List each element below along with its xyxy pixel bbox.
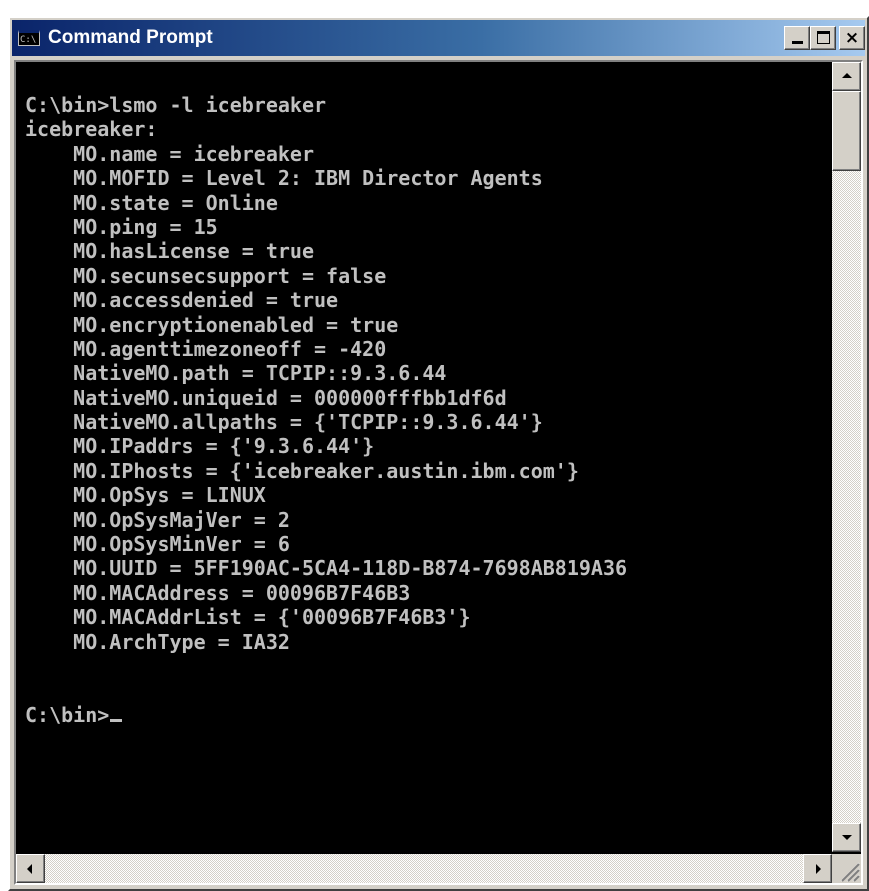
- minimize-button[interactable]: [784, 26, 810, 50]
- console-line: MO.OpSys = LINUX: [25, 483, 266, 508]
- console-line: MO.hasLicense = true: [25, 239, 314, 264]
- console-line: MO.MACAddrList = {'00096B7F46B3'}: [25, 605, 471, 630]
- vertical-scrollbar[interactable]: [832, 62, 861, 852]
- console-line: MO.secunsecsupport = false: [25, 263, 387, 288]
- console-line: MO.UUID = 5FF190AC-5CA4-118D-B874-7698AB…: [25, 556, 628, 581]
- title-bar[interactable]: C:\ Command Prompt ×: [12, 20, 865, 56]
- maximize-button[interactable]: [810, 26, 836, 50]
- console-line: MO.ArchType = IA32: [25, 629, 290, 654]
- console-line: MO.ping = 15: [25, 214, 218, 239]
- vertical-scroll-thumb[interactable]: [832, 91, 861, 171]
- console-line: MO.MACAddress = 00096B7F46B3: [25, 580, 411, 605]
- console-line: MO.accessdenied = true: [25, 288, 339, 313]
- console-icon[interactable]: C:\: [18, 30, 40, 46]
- scroll-up-button[interactable]: [832, 62, 861, 91]
- scroll-down-arrow-icon: [842, 835, 852, 840]
- scroll-down-button[interactable]: [832, 823, 861, 852]
- title-buttons: ×: [784, 26, 865, 50]
- close-button[interactable]: ×: [839, 26, 865, 50]
- console-line: NativeMO.uniqueid = 000000fffbb1df6d: [25, 385, 507, 410]
- scroll-right-arrow-icon: [816, 864, 821, 874]
- text-cursor: [110, 718, 123, 722]
- scroll-up-arrow-icon: [842, 73, 852, 78]
- console-output[interactable]: C:\bin>lsmo -l icebreaker icebreaker: MO.…: [16, 62, 832, 852]
- console-line: MO.OpSysMajVer = 2: [25, 507, 290, 532]
- console-line: MO.IPhosts = {'icebreaker.austin.ibm.com…: [25, 458, 579, 483]
- horizontal-scrollbar[interactable]: [16, 854, 832, 883]
- console-line: MO.agenttimezoneoff = -420: [25, 336, 387, 361]
- minimize-icon: [792, 41, 803, 44]
- console-prompt-line: C:\bin>: [25, 703, 627, 727]
- scroll-right-button[interactable]: [803, 854, 832, 883]
- maximize-icon: [817, 31, 830, 44]
- console-client-area: C:\bin>lsmo -l icebreaker icebreaker: MO.…: [14, 60, 863, 885]
- console-line: MO.name = icebreaker: [25, 141, 314, 166]
- console-line: MO.OpSysMinVer = 6: [25, 532, 290, 557]
- console-line: MO.encryptionenabled = true: [25, 312, 399, 337]
- console-line: MO.MOFID = Level 2: IBM Director Agents: [25, 166, 543, 191]
- console-line: NativeMO.path = TCPIP::9.3.6.44: [25, 361, 447, 386]
- console-line: NativeMO.allpaths = {'TCPIP::9.3.6.44'}: [25, 410, 543, 435]
- command-prompt-window: C:\ Command Prompt × C:\bin>lsmo -l iceb…: [8, 16, 869, 891]
- console-line: MO.state = Online: [25, 190, 278, 215]
- scroll-left-arrow-icon: [27, 864, 32, 874]
- console-line: C:\bin>lsmo -l icebreaker: [25, 93, 327, 117]
- console-text: C:\bin>lsmo -l icebreaker icebreaker: MO.…: [25, 93, 627, 727]
- resize-grip[interactable]: [832, 854, 861, 883]
- close-icon: ×: [844, 28, 860, 48]
- console-line: icebreaker:: [25, 117, 158, 142]
- resize-grip-icon: [840, 862, 860, 882]
- window-title: Command Prompt: [48, 27, 213, 48]
- console-line: MO.IPaddrs = {'9.3.6.44'}: [25, 434, 375, 459]
- scroll-left-button[interactable]: [16, 854, 45, 883]
